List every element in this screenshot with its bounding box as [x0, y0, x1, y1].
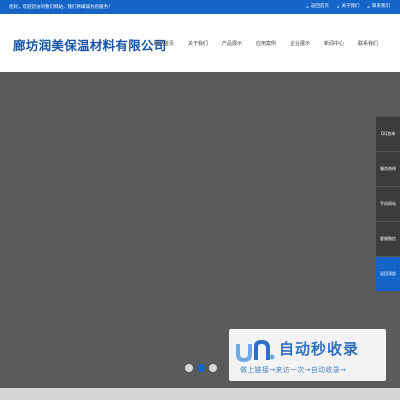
welcome-text: 您好，欢迎您访问我们网站，我们将竭诚为您服务！	[9, 5, 113, 10]
top-link-about[interactable]: ⌂ 关于我们	[336, 3, 360, 10]
top-links: ⌂ 返回首页 ⌂ 关于我们 ⌂ 联系我们	[306, 3, 390, 10]
bottom-strip	[0, 388, 400, 400]
side-qq-consult[interactable]: QQ咨询	[376, 117, 400, 152]
watermark-title: 自动秒收录	[279, 340, 360, 358]
side-mobile-site[interactable]: 手机网站	[376, 187, 400, 222]
top-link-home[interactable]: ⌂ 返回首页	[306, 3, 329, 10]
watermark-subtitle: 做上链接→来访一次→自动收录→	[240, 366, 347, 374]
carousel-dot[interactable]	[209, 364, 217, 372]
side-item-label: QQ咨询	[380, 131, 396, 136]
side-back-to-top[interactable]: 返回顶部	[376, 257, 400, 292]
home-icon: ⌂	[306, 3, 309, 9]
nav-item-products[interactable]: 产品展示	[215, 40, 249, 47]
watermark-logo-icon	[236, 340, 275, 362]
nav-item-enterprise[interactable]: 企业展示	[283, 40, 317, 47]
top-link-label: 关于我们	[341, 4, 360, 9]
top-link-label: 联系我们	[372, 4, 390, 9]
side-item-label: 客服微信	[380, 236, 396, 241]
site-header: 廊坊润美保温材料有限公司 网站首页 关于我们 产品展示 应用案例 企业展示 新闻…	[0, 14, 400, 72]
nav-item-home[interactable]: 网站首页	[147, 40, 181, 47]
nav-item-cases[interactable]: 应用案例	[249, 40, 283, 47]
carousel-dots	[185, 364, 217, 372]
side-item-label: 服务热线	[380, 166, 396, 171]
nav-item-news[interactable]: 新闻中心	[317, 40, 351, 47]
nav-item-about[interactable]: 关于我们	[181, 40, 215, 47]
side-item-label: 手机网站	[380, 201, 396, 206]
phone-icon: ⌂	[367, 3, 370, 9]
carousel-dot[interactable]	[185, 364, 193, 372]
watermark-overlay: 自动秒收录 做上链接→来访一次→自动收录→	[229, 329, 386, 381]
side-item-label: 返回顶部	[380, 271, 396, 276]
nav-item-contact[interactable]: 联系我们	[351, 40, 385, 47]
main-nav: 网站首页 关于我们 产品展示 应用案例 企业展示 新闻中心 联系我们	[147, 40, 385, 47]
company-logo-text[interactable]: 廊坊润美保温材料有限公司	[13, 35, 167, 54]
carousel-dot-active[interactable]	[197, 364, 205, 372]
floating-side-bar: QQ咨询 服务热线 手机网站 客服微信 返回顶部	[376, 117, 400, 292]
top-link-label: 返回首页	[310, 4, 329, 9]
side-service-hotline[interactable]: 服务热线	[376, 152, 400, 187]
user-icon: ⌂	[336, 3, 340, 9]
top-bar: 您好，欢迎您访问我们网站，我们将竭诚为您服务！ ⌂ 返回首页 ⌂ 关于我们 ⌂ …	[0, 0, 400, 14]
side-wechat[interactable]: 客服微信	[376, 222, 400, 257]
top-link-contact[interactable]: ⌂ 联系我们	[367, 3, 390, 10]
